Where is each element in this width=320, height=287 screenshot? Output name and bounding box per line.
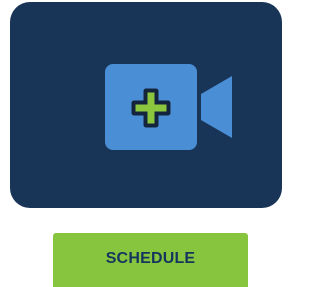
video-tile[interactable] [10,2,282,208]
camera-lens [201,76,232,138]
schedule-meeting-card: SCHEDULE [0,0,282,287]
schedule-button[interactable]: SCHEDULE [53,233,248,287]
video-camera-add-icon [105,64,232,150]
